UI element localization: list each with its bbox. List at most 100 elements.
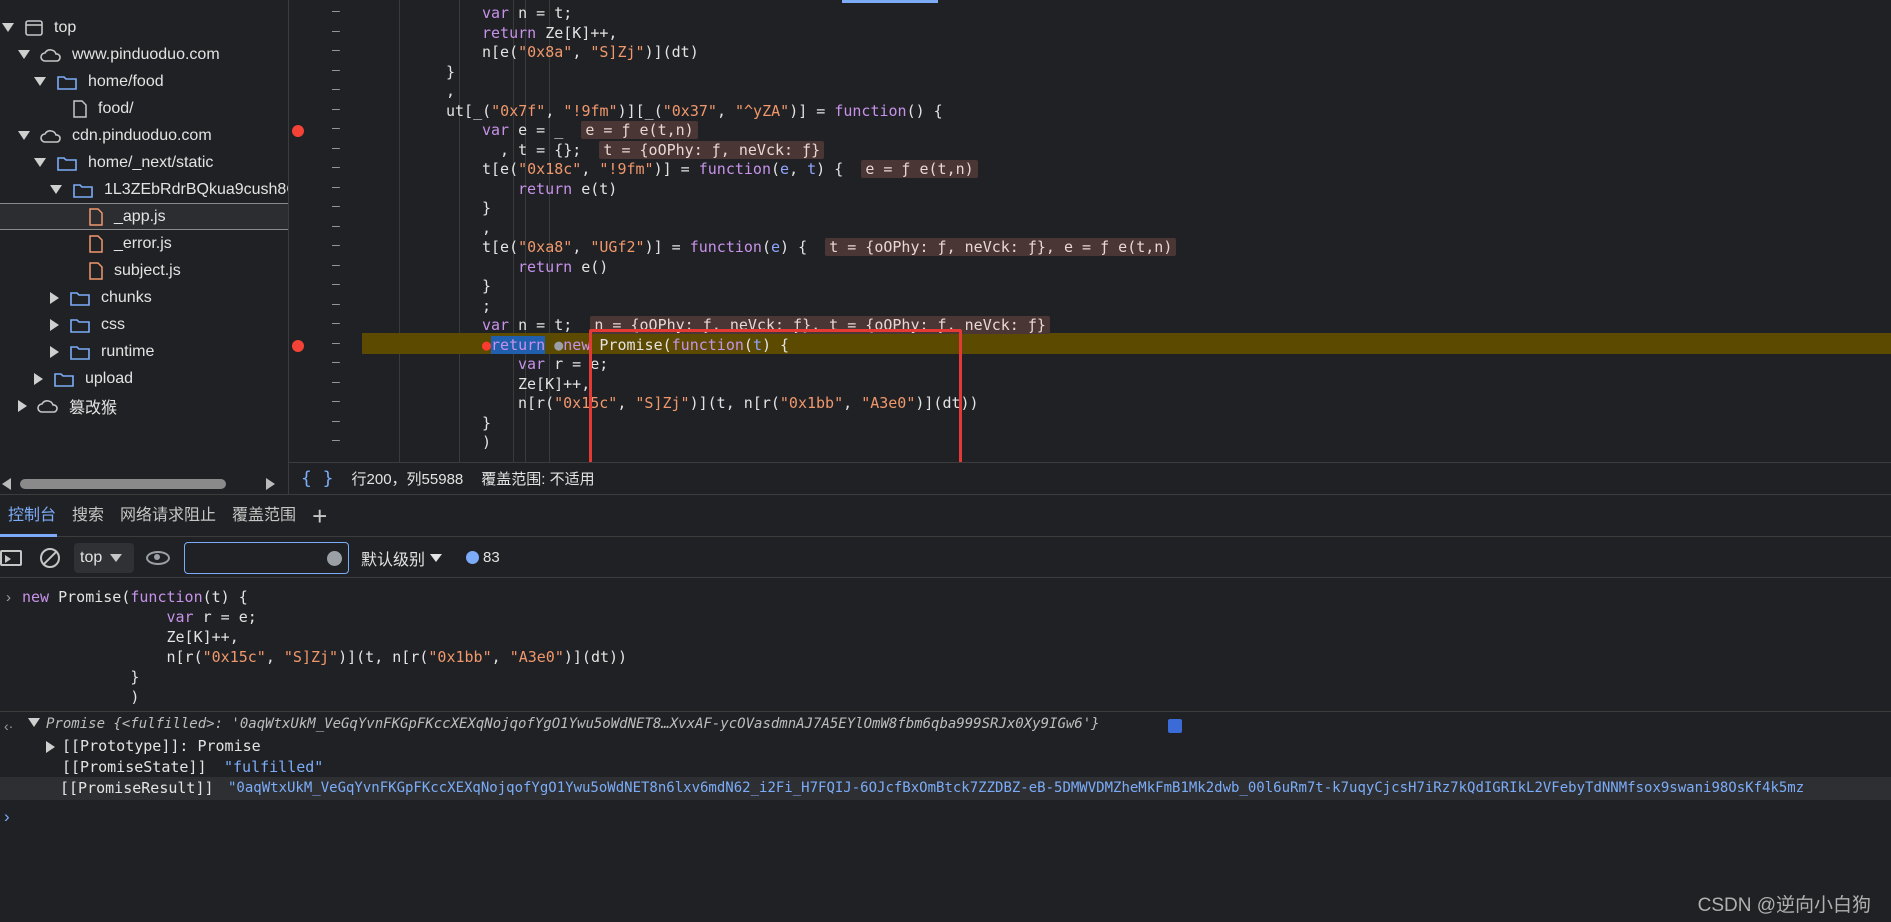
line-number-placeholder[interactable]: –	[332, 355, 340, 370]
breakpoint-marker[interactable]	[292, 339, 304, 352]
divider	[0, 711, 1891, 712]
expanded-arrow-icon[interactable]	[34, 77, 46, 86]
expand-promise-icon[interactable]	[28, 718, 40, 727]
tree-item[interactable]: 1L3ZEbRdrBQkua9cush8C/p	[0, 176, 288, 203]
collapsed-arrow-icon[interactable]	[50, 345, 59, 358]
info-icon[interactable]	[1168, 719, 1182, 733]
js-file-icon	[88, 207, 104, 227]
tree-item[interactable]: home/_next/static	[0, 149, 288, 176]
tree-item[interactable]: css	[0, 311, 288, 338]
line-number-placeholder[interactable]: –	[332, 414, 340, 429]
editor-scroll-indicator	[842, 0, 938, 3]
code-line: ,	[446, 82, 456, 100]
tree-item[interactable]: 篡改猴	[0, 392, 288, 419]
expanded-arrow-icon[interactable]	[2, 23, 14, 32]
console-input-line: new Promise(function(t) {	[22, 588, 248, 606]
line-number-placeholder[interactable]: –	[332, 375, 340, 390]
expanded-arrow-icon[interactable]	[18, 131, 30, 140]
js-file-icon	[88, 261, 104, 281]
line-number-placeholder[interactable]: –	[332, 277, 340, 292]
scrollbar-thumb[interactable]	[20, 479, 226, 489]
line-number-placeholder[interactable]: –	[332, 297, 340, 312]
filter-text-field[interactable]	[185, 542, 315, 571]
clear-console-icon[interactable]	[40, 547, 60, 568]
scroll-right-icon[interactable]	[266, 478, 275, 490]
line-number-placeholder[interactable]: –	[332, 238, 340, 253]
issues-count[interactable]: 83	[483, 549, 500, 566]
code-editor[interactable]: – – – – – – – – – – – – – – – – – – – – – – – var n = t; return…	[289, 0, 1891, 462]
line-number-placeholder[interactable]: –	[332, 43, 340, 58]
expand-prototype-icon[interactable]	[46, 741, 55, 753]
tree-item[interactable]: _error.js	[0, 230, 288, 257]
tree-item[interactable]: _app.js	[0, 203, 288, 230]
tab-coverage[interactable]: 覆盖范围	[224, 495, 304, 537]
tree-item[interactable]: subject.js	[0, 257, 288, 284]
tree-item[interactable]: runtime	[0, 338, 288, 365]
tab-search[interactable]: 搜索	[64, 495, 112, 537]
expanded-arrow-icon[interactable]	[18, 50, 30, 59]
file-navigator: top www.pinduoduo.com home/food food/cdn.pi…	[0, 0, 289, 494]
tree-item[interactable]: www.pinduoduo.com	[0, 41, 288, 68]
code-line: t[e("0xa8", "UGf2")] = function(e) { t =…	[482, 238, 1177, 258]
folder-icon	[69, 343, 91, 361]
pretty-print-button[interactable]: { }	[301, 468, 334, 489]
breakpoint-marker[interactable]	[292, 125, 304, 137]
navigator-horizontal-scrollbar[interactable]	[0, 474, 289, 494]
promise-result-value[interactable]: "0aqWtxUkM_VeGqYvnFKGpFKccXEXqNojqofYgO1…	[228, 778, 1804, 799]
folder-icon	[53, 370, 75, 388]
add-tab-button[interactable]: +	[304, 495, 335, 537]
collapsed-arrow-icon[interactable]	[50, 318, 59, 331]
indent-guide	[513, 0, 514, 462]
collapsed-arrow-icon[interactable]	[50, 291, 59, 304]
console-output[interactable]: › new Promise(function(t) { var r = e; Z…	[0, 579, 1891, 922]
tree-item[interactable]: food/	[0, 95, 288, 122]
code-line: Ze[K]++,	[518, 374, 591, 393]
tree-item[interactable]: top	[0, 14, 288, 41]
line-number-placeholder[interactable]: –	[332, 82, 340, 97]
live-expression-eye-icon[interactable]	[146, 550, 170, 565]
expanded-arrow-icon[interactable]	[34, 158, 46, 167]
collapsed-arrow-icon[interactable]	[34, 372, 43, 385]
line-number-placeholder[interactable]: –	[332, 180, 340, 195]
filter-input[interactable]	[184, 541, 349, 574]
active-tab-indicator	[0, 534, 57, 537]
tree-item[interactable]: home/food	[0, 68, 288, 95]
coverage-status: 覆盖范围: 不适用	[481, 471, 595, 488]
tab-network-request-blocking[interactable]: 网络请求阻止	[112, 495, 224, 537]
issues-icon[interactable]	[466, 551, 480, 564]
code-line: ;	[482, 296, 492, 315]
sidebar-toggle-icon[interactable]	[0, 549, 22, 566]
console-prompt-icon[interactable]: ›	[4, 806, 10, 827]
tree-item-label: cdn.pinduoduo.com	[72, 126, 212, 144]
line-number-placeholder[interactable]: –	[332, 4, 340, 19]
code-line: }	[482, 199, 492, 217]
line-number-placeholder[interactable]: –	[332, 121, 340, 136]
expanded-arrow-icon[interactable]	[50, 185, 62, 194]
tree-item[interactable]: cdn.pinduoduo.com	[0, 122, 288, 149]
tree-item[interactable]: chunks	[0, 284, 288, 311]
line-number-placeholder[interactable]: –	[332, 141, 340, 156]
tab-console[interactable]: 控制台	[0, 495, 64, 537]
line-number-placeholder[interactable]: –	[332, 258, 340, 273]
line-number-placeholder[interactable]: –	[332, 160, 340, 175]
chevron-down-icon	[110, 553, 123, 562]
line-number-placeholder[interactable]: –	[332, 199, 340, 214]
promise-summary[interactable]: Promise {<fulfilled>: '0aqWtxUkM_VeGqYvn…	[46, 714, 1100, 735]
line-number-placeholder[interactable]: –	[332, 316, 340, 331]
line-number-placeholder[interactable]: –	[332, 336, 340, 351]
tree-item[interactable]: upload	[0, 365, 288, 392]
line-number-placeholder[interactable]: –	[332, 219, 340, 234]
line-number-placeholder[interactable]: –	[332, 102, 340, 117]
console-input-line: var r = e;	[166, 608, 257, 626]
collapsed-arrow-icon[interactable]	[18, 399, 27, 412]
prototype-line[interactable]: [[Prototype]]: Promise	[62, 736, 261, 757]
context-selector[interactable]: top	[74, 542, 134, 573]
line-number-placeholder[interactable]: –	[332, 394, 340, 409]
line-number-placeholder[interactable]: –	[332, 63, 340, 78]
line-number-placeholder[interactable]: –	[332, 433, 340, 448]
line-number-placeholder[interactable]: –	[332, 24, 340, 39]
clear-filter-icon[interactable]	[327, 550, 342, 566]
chevron-down-icon[interactable]	[430, 553, 443, 562]
log-level-dropdown[interactable]: 默认级别	[361, 546, 425, 570]
scroll-left-icon[interactable]	[2, 478, 11, 490]
